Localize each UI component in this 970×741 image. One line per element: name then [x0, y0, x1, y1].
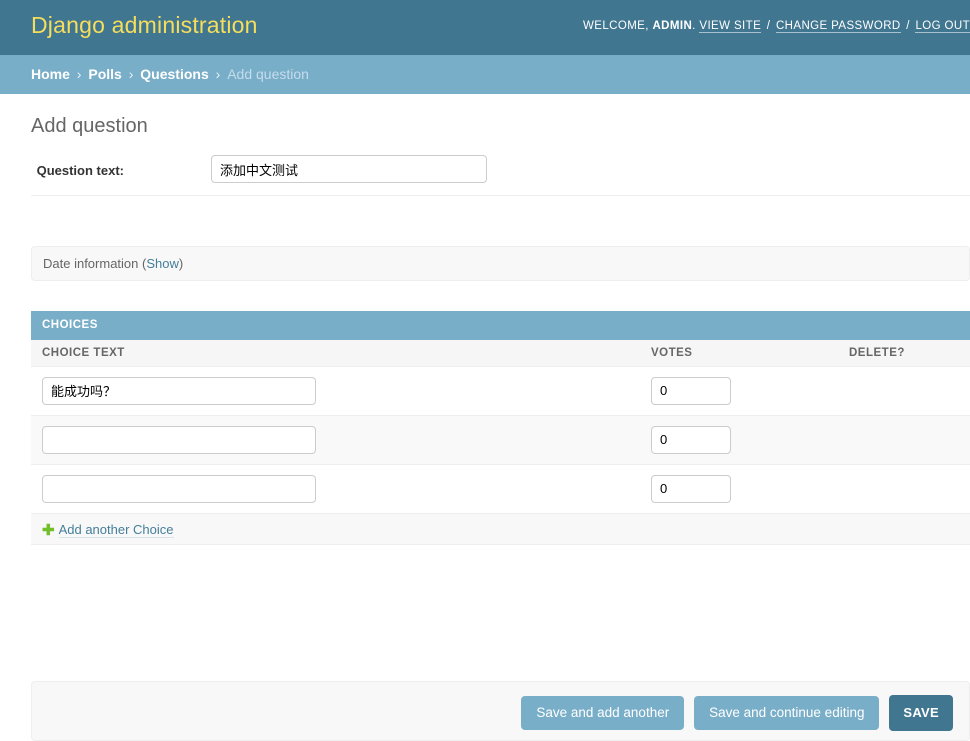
welcome-period: . [692, 20, 696, 32]
column-header-delete: DELETE? [838, 340, 970, 367]
table-row [31, 464, 970, 514]
choices-header-row: CHOICE TEXT VOTES DELETE? [31, 340, 970, 367]
breadcrumb-separator-1: › [76, 66, 82, 82]
add-another-choice-row: ✚ Add another Choice [31, 513, 970, 545]
column-header-choice-text: CHOICE TEXT [31, 340, 640, 367]
question-form-module: Question text: [31, 152, 970, 196]
save-button[interactable]: SAVE [889, 695, 953, 731]
site-name[interactable]: Django administration [31, 12, 258, 39]
choice-votes-input-1[interactable] [651, 425, 731, 454]
column-header-votes: VOTES [640, 340, 838, 367]
question-text-label: Question text: [36, 163, 124, 178]
cell-delete [838, 415, 970, 465]
table-row [31, 415, 970, 465]
breadcrumb: Home › Polls › Questions › Add question [0, 55, 970, 95]
question-text-input[interactable] [211, 155, 487, 183]
choices-table-body [31, 366, 970, 514]
plus-icon: ✚ [42, 521, 55, 539]
choices-inline-heading: CHOICES [31, 311, 970, 340]
cell-votes [640, 415, 838, 465]
cell-choice-text [31, 464, 640, 514]
change-password-link[interactable]: CHANGE PASSWORD [775, 20, 901, 33]
cell-choice-text [31, 415, 640, 465]
breadcrumb-separator-2: › [128, 66, 134, 82]
save-and-continue-editing-button[interactable]: Save and continue editing [694, 696, 880, 730]
form-row-question-text: Question text: [31, 152, 970, 196]
date-paren-close: ) [178, 256, 184, 271]
branding: Django administration [31, 12, 258, 39]
date-information-legend: Date information (Show) [32, 247, 969, 271]
cell-delete [838, 366, 970, 416]
date-information-title: Date information [43, 256, 139, 271]
choices-table-head: CHOICE TEXT VOTES DELETE? [31, 340, 970, 367]
table-row [31, 366, 970, 416]
date-information-show-link[interactable]: Show [146, 256, 179, 271]
choices-table: CHOICE TEXT VOTES DELETE? [31, 340, 970, 514]
cell-delete [838, 464, 970, 514]
choice-votes-input-2[interactable] [651, 474, 731, 503]
submit-row: Save and add another Save and continue e… [31, 681, 970, 741]
breadcrumb-item-home[interactable]: Home [31, 66, 70, 82]
breadcrumb-separator-3: › [215, 66, 221, 82]
cell-votes [640, 366, 838, 416]
welcome-text: WELCOME, [583, 20, 649, 32]
choice-text-input-1[interactable] [42, 425, 316, 454]
cell-votes [640, 464, 838, 514]
log-out-link[interactable]: LOG OUT [915, 20, 970, 33]
cell-choice-text [31, 366, 640, 416]
user-tools: WELCOME, ADMIN. VIEW SITE / CHANGE PASSW… [583, 20, 970, 33]
date-information-fieldset: Date information (Show) [31, 246, 970, 281]
admin-header: Django administration WELCOME, ADMIN. VI… [0, 0, 970, 55]
save-and-add-another-button[interactable]: Save and add another [521, 696, 685, 730]
user-tools-separator-1: / [766, 20, 771, 32]
add-another-choice-link[interactable]: Add another Choice [58, 521, 174, 538]
choice-text-input-2[interactable] [42, 474, 316, 503]
breadcrumb-item-questions[interactable]: Questions [140, 66, 208, 82]
breadcrumb-item-current: Add question [227, 66, 309, 82]
choice-votes-input-0[interactable] [651, 376, 731, 405]
view-site-link[interactable]: VIEW SITE [699, 20, 762, 33]
user-tools-separator-2: / [906, 20, 910, 32]
breadcrumb-item-polls[interactable]: Polls [88, 66, 121, 82]
choices-inline-group: CHOICES CHOICE TEXT VOTES DELETE? 能成功吗？ … [31, 311, 970, 545]
choice-text-input-0[interactable] [42, 376, 316, 405]
content-area: Add question Question text: Date informa… [0, 95, 970, 741]
username-label: ADMIN [652, 20, 693, 32]
page-title: Add question [31, 115, 148, 137]
